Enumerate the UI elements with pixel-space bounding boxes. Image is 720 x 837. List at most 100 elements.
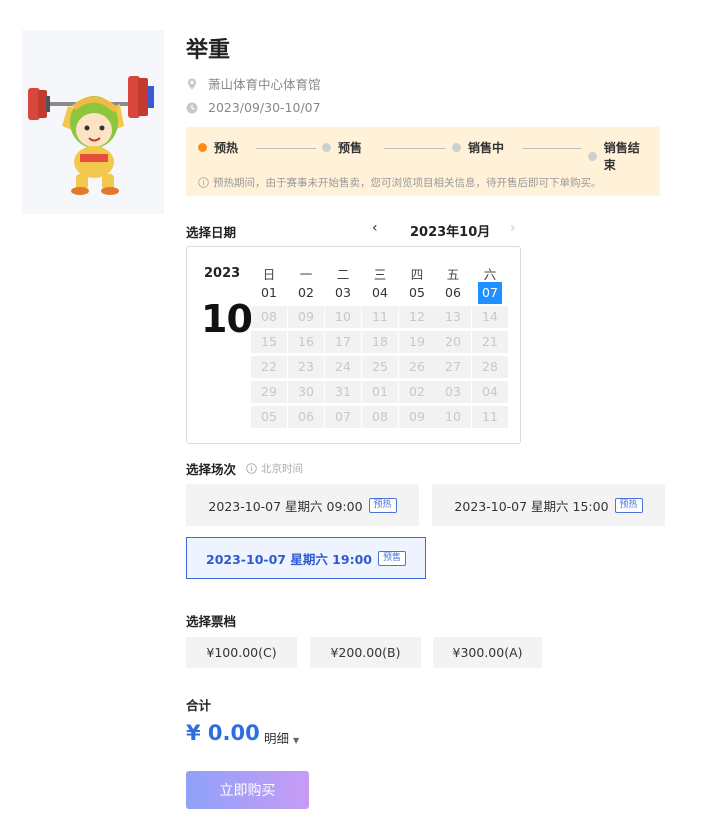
calendar-day: 26 bbox=[399, 356, 435, 378]
prev-month-button[interactable]: ‹ bbox=[372, 220, 378, 236]
date-range-text: 2023/09/30-10/07 bbox=[208, 100, 321, 115]
step-dot-icon bbox=[322, 143, 331, 152]
calendar-day: 30 bbox=[288, 381, 324, 403]
calendar-day: 11 bbox=[472, 406, 508, 428]
price-detail-toggle[interactable]: 明细 ▼ bbox=[264, 728, 299, 747]
calendar-day: 09 bbox=[399, 406, 435, 428]
status-badge: 预热 bbox=[368, 497, 397, 513]
status-badge: 预售 bbox=[377, 550, 406, 566]
step-dot-icon bbox=[452, 143, 461, 152]
next-month-button[interactable]: › bbox=[510, 220, 516, 236]
ticket-option[interactable]: ¥300.00(A) bbox=[433, 637, 542, 668]
calendar-day[interactable]: 01 bbox=[251, 282, 287, 304]
session-option[interactable]: 2023-10-07 星期六 15:00 预热 bbox=[432, 484, 665, 526]
total-label: 合计 bbox=[186, 698, 212, 713]
calendar-day[interactable]: 06 bbox=[435, 282, 471, 304]
session-time: 2023-10-07 星期六 15:00 bbox=[454, 498, 609, 514]
calendar-day: 27 bbox=[435, 356, 471, 378]
step-dot-icon bbox=[198, 143, 207, 152]
ticket-option[interactable]: ¥200.00(B) bbox=[310, 637, 421, 668]
timezone-note: 北京时间 bbox=[246, 461, 303, 476]
weekday-header: 一 bbox=[299, 267, 313, 282]
timezone-note-text: 北京时间 bbox=[261, 463, 303, 475]
detail-label: 明细 bbox=[264, 731, 290, 746]
calendar-day: 06 bbox=[288, 406, 324, 428]
calendar-day: 08 bbox=[251, 306, 287, 328]
calendar-day[interactable]: 05 bbox=[399, 282, 435, 304]
step-dot-icon bbox=[588, 151, 597, 161]
calendar-day: 29 bbox=[251, 381, 287, 403]
location-pin-icon bbox=[188, 78, 196, 89]
calendar-month: 10 bbox=[201, 297, 253, 341]
calendar-day[interactable]: 04 bbox=[362, 282, 398, 304]
select-ticket-label: 选择票档 bbox=[186, 614, 237, 629]
calendar-day: 10 bbox=[435, 406, 471, 428]
weekday-header: 六 bbox=[483, 267, 497, 282]
buy-now-button[interactable]: 立即购买 bbox=[186, 771, 309, 809]
calendar-day: 22 bbox=[251, 356, 287, 378]
calendar-day: 16 bbox=[288, 331, 324, 353]
calendar: 2023 10 日一二三四五六 01 02 03 04 05 06 07 08 09 10 11 12 1… bbox=[186, 246, 521, 444]
select-session-label: 选择场次 bbox=[186, 462, 237, 477]
session-option-selected[interactable]: 2023-10-07 星期六 19:00 预售 bbox=[186, 537, 426, 579]
weekday-header: 二 bbox=[336, 267, 350, 282]
status-badge: 预热 bbox=[614, 497, 643, 513]
calendar-year: 2023 bbox=[204, 266, 241, 281]
calendar-day: 21 bbox=[472, 331, 508, 353]
calendar-day: 24 bbox=[325, 356, 361, 378]
calendar-day[interactable]: 02 bbox=[288, 282, 324, 304]
calendar-day: 05 bbox=[251, 406, 287, 428]
step-label: 销售结束 bbox=[603, 141, 640, 172]
sale-steps: 预热 预售 销售中 销售结束 bbox=[198, 139, 650, 172]
weekday-header: 五 bbox=[446, 267, 460, 282]
step-label: 预热 bbox=[214, 141, 239, 155]
calendar-day: 18 bbox=[362, 331, 398, 353]
weekday-header: 日 bbox=[262, 267, 276, 282]
calendar-day: 01 bbox=[362, 381, 398, 403]
calendar-day: 19 bbox=[399, 331, 435, 353]
sale-progress-panel: 预热 预售 销售中 销售结束 预热期间，由于赛事未开始售卖，您可浏览项目相关信息… bbox=[186, 127, 660, 196]
calendar-day: 08 bbox=[362, 406, 398, 428]
total-amount: ¥ 0.00 bbox=[186, 721, 260, 745]
info-icon bbox=[246, 463, 257, 474]
event-poster bbox=[22, 30, 164, 214]
step-presale: 预售 bbox=[322, 139, 362, 156]
calendar-day: 07 bbox=[325, 406, 361, 428]
step-divider bbox=[384, 148, 446, 149]
notice-text: 预热期间，由于赛事未开始售卖，您可浏览项目相关信息，待开售后即可下单购买。 bbox=[213, 177, 602, 189]
step-label: 预售 bbox=[338, 141, 363, 155]
session-time: 2023-10-07 星期六 09:00 bbox=[208, 498, 363, 514]
step-sale-ended: 销售结束 bbox=[588, 139, 650, 173]
calendar-day-selected[interactable]: 07 bbox=[478, 282, 502, 304]
calendar-day: 09 bbox=[288, 306, 324, 328]
session-option[interactable]: 2023-10-07 星期六 09:00 预热 bbox=[186, 484, 419, 526]
calendar-day: 11 bbox=[362, 306, 398, 328]
calendar-day[interactable]: 03 bbox=[325, 282, 361, 304]
info-icon bbox=[198, 177, 209, 188]
step-preheat: 预热 bbox=[198, 139, 238, 156]
venue-text: 萧山体育中心体育馆 bbox=[208, 77, 321, 92]
calendar-day: 17 bbox=[325, 331, 361, 353]
weightlifter-mascot-image bbox=[22, 30, 164, 214]
step-divider bbox=[256, 148, 316, 149]
calendar-day: 10 bbox=[325, 306, 361, 328]
weekday-header: 四 bbox=[410, 267, 424, 282]
calendar-day: 14 bbox=[472, 306, 508, 328]
calendar-day: 23 bbox=[288, 356, 324, 378]
calendar-day: 13 bbox=[435, 306, 471, 328]
calendar-day: 04 bbox=[472, 381, 508, 403]
venue-row: 萧山体育中心体育馆 bbox=[186, 74, 321, 93]
step-label: 销售中 bbox=[468, 141, 505, 155]
select-date-label: 选择日期 bbox=[186, 225, 237, 240]
caret-down-icon: ▼ bbox=[293, 736, 300, 745]
step-on-sale: 销售中 bbox=[452, 139, 504, 156]
calendar-day: 20 bbox=[435, 331, 471, 353]
calendar-day: 25 bbox=[362, 356, 398, 378]
ticket-option[interactable]: ¥100.00(C) bbox=[186, 637, 297, 668]
month-title: 2023年10月 bbox=[410, 225, 491, 240]
calendar-day: 15 bbox=[251, 331, 287, 353]
calendar-day: 28 bbox=[472, 356, 508, 378]
preheat-notice: 预热期间，由于赛事未开始售卖，您可浏览项目相关信息，待开售后即可下单购买。 bbox=[198, 175, 602, 190]
session-time: 2023-10-07 星期六 19:00 bbox=[206, 551, 372, 567]
calendar-day: 31 bbox=[325, 381, 361, 403]
